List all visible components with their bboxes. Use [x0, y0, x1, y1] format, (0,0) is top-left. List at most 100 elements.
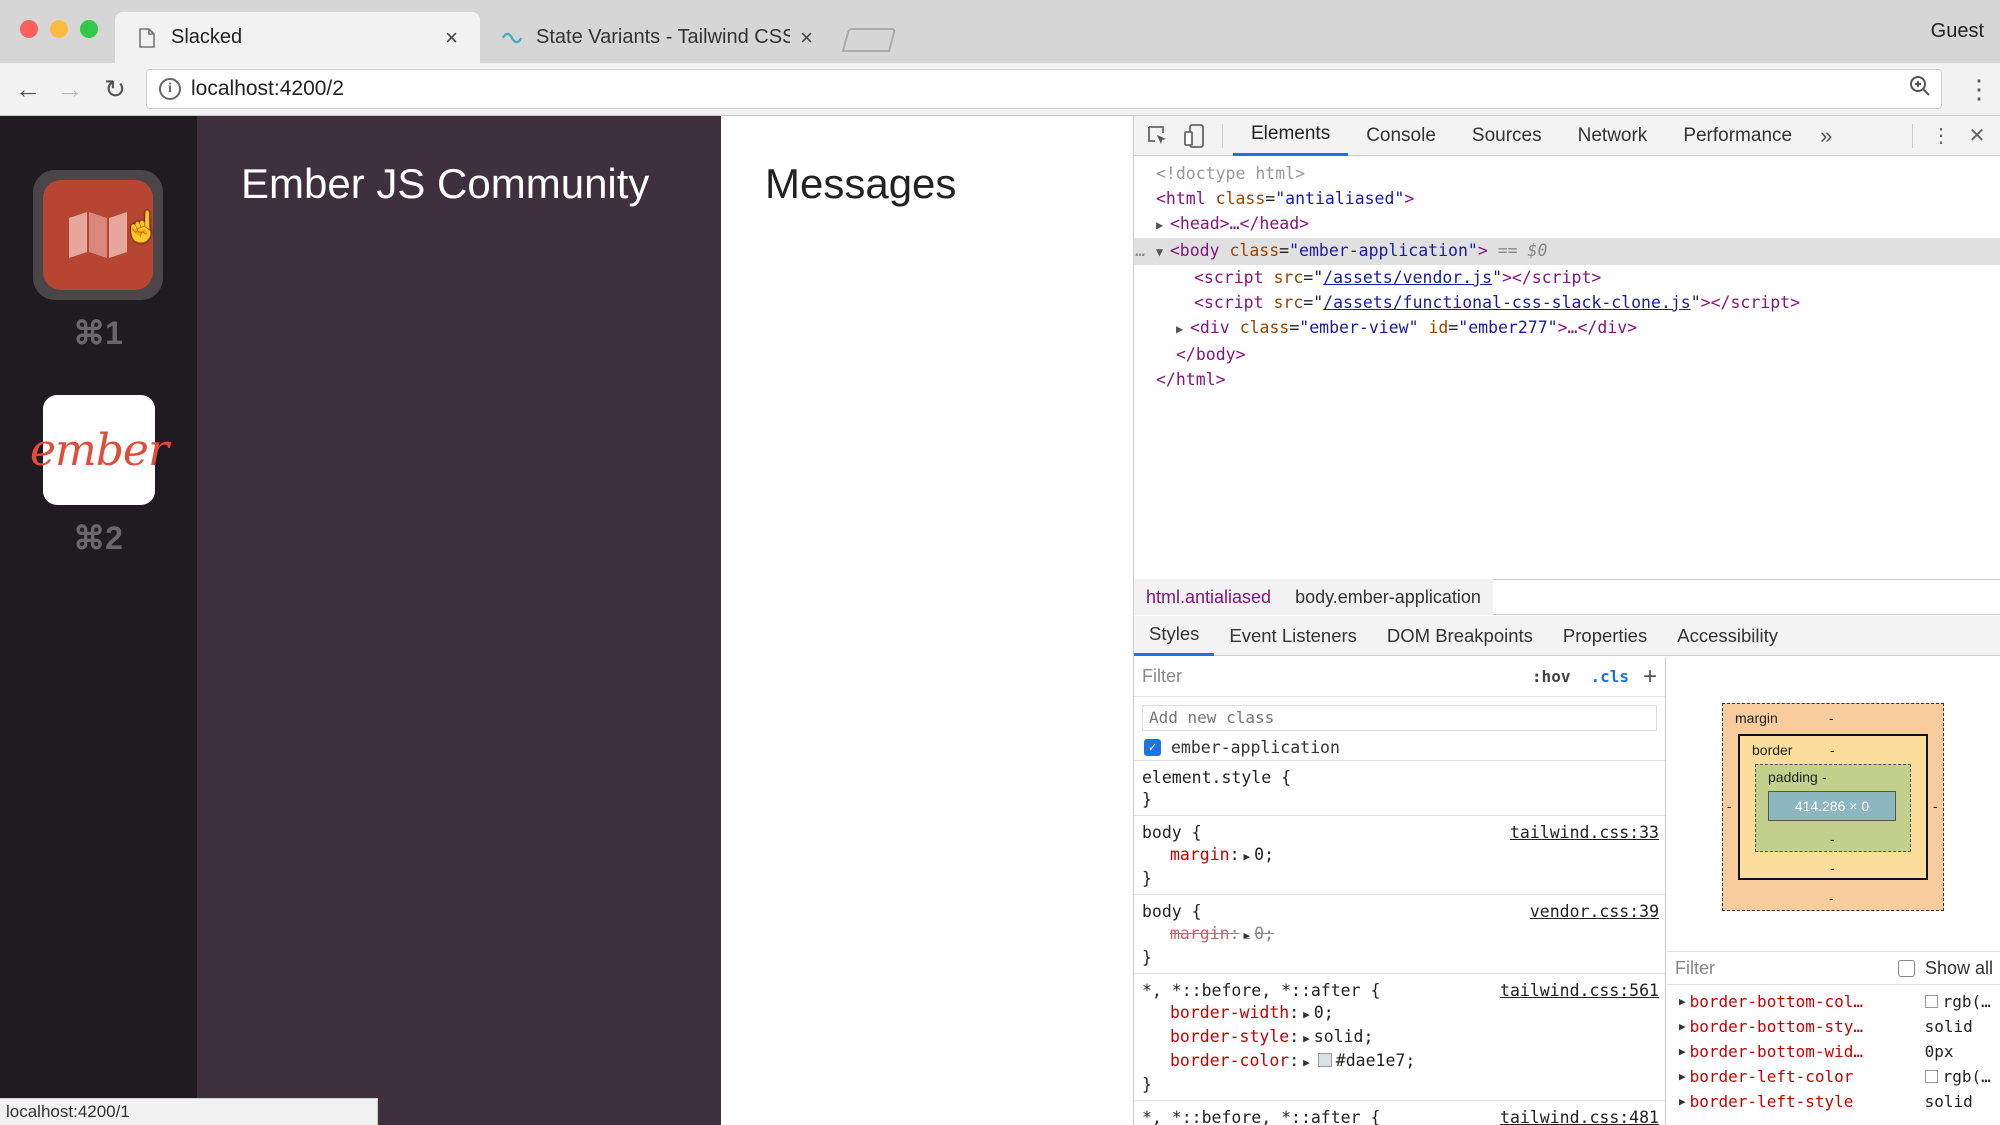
style-declaration[interactable]: border-width: ▶ 0;	[1142, 1002, 1659, 1026]
style-declaration-overridden[interactable]: margin: ▶ 0;	[1142, 923, 1659, 947]
devtools-tab-network[interactable]: Network	[1560, 116, 1666, 156]
style-declaration[interactable]: border-style: ▶ solid;	[1142, 1026, 1659, 1050]
style-declaration[interactable]: margin: ▶ 0;	[1142, 844, 1659, 868]
style-declaration[interactable]: border-color: ▶ #dae1e7;	[1142, 1050, 1659, 1074]
class-toggle[interactable]: ✓ ember-application	[1134, 735, 1665, 760]
box-model-margin[interactable]: margin - - - - border - - padding - - 41…	[1722, 703, 1944, 911]
devtools-panel: Elements Console Sources Network Perform…	[1133, 116, 2000, 1125]
devtools-tab-elements[interactable]: Elements	[1233, 116, 1349, 156]
style-rule-element[interactable]: element.style { }	[1134, 760, 1665, 815]
breadcrumb-body[interactable]: body.ember-application	[1283, 579, 1493, 615]
computed-filter-input[interactable]: Filter	[1675, 958, 1715, 979]
expand-triangle-icon[interactable]: ▶	[1303, 1056, 1310, 1069]
styles-filter-input[interactable]: Filter	[1142, 666, 1522, 687]
back-arrow-icon[interactable]: ←	[10, 71, 46, 107]
close-tab-icon[interactable]: ×	[800, 25, 813, 51]
expand-triangle-icon[interactable]: ▶	[1303, 1008, 1310, 1021]
close-devtools-icon[interactable]: ✕	[1959, 116, 1995, 156]
minimize-window-button[interactable]	[50, 20, 68, 38]
dom-node-html[interactable]: <html class="antialiased">	[1134, 186, 2000, 211]
profile-label[interactable]: Guest	[1931, 20, 1984, 43]
style-rule[interactable]: body { vendor.css:39 margin: ▶ 0; }	[1134, 894, 1665, 973]
dom-node-script-vendor[interactable]: <script src="/assets/vendor.js"></script…	[1134, 265, 2000, 290]
breadcrumb-html[interactable]: html.antialiased	[1134, 579, 1284, 615]
expand-triangle-icon[interactable]: ▶	[1679, 1089, 1686, 1114]
show-all-checkbox[interactable]	[1897, 959, 1915, 977]
zoom-icon[interactable]	[1905, 75, 1935, 104]
devtools-tab-performance[interactable]: Performance	[1665, 116, 1810, 156]
team-logo[interactable]: ☝	[33, 170, 163, 300]
new-style-rule-icon[interactable]: +	[1643, 663, 1657, 691]
tab-event-listeners[interactable]: Event Listeners	[1214, 616, 1372, 656]
tab-styles[interactable]: Styles	[1134, 616, 1215, 656]
dom-node-div-ember-view[interactable]: ▶ <div class="ember-view" id="ember277">……	[1134, 315, 2000, 342]
computed-row[interactable]: ▶ border-left-style solid	[1667, 1089, 2000, 1114]
rule-source-link[interactable]: tailwind.css:33	[1510, 822, 1659, 844]
expand-triangle-icon[interactable]: ▶	[1156, 213, 1170, 238]
dom-node-html-close[interactable]: </html>	[1134, 367, 2000, 392]
team-item-2[interactable]: ember ⌘2	[30, 395, 169, 557]
script-src-link[interactable]: /assets/vendor.js	[1323, 268, 1492, 287]
team-item-1[interactable]: ☝ ⌘1	[33, 170, 163, 352]
style-rule[interactable]: *, *::before, *::after { tailwind.css:56…	[1134, 973, 1665, 1100]
devtools-tab-bar: Elements Console Sources Network Perform…	[1134, 116, 2000, 156]
box-model-pane: margin - - - - border - - padding - - 41…	[1667, 657, 2000, 1125]
device-toolbar-icon[interactable]	[1176, 116, 1212, 156]
browser-tab-tailwind[interactable]: State Variants - Tailwind CSS ×	[480, 12, 835, 63]
style-rule[interactable]: body { tailwind.css:33 margin: ▶ 0; }	[1134, 815, 1665, 894]
dom-node-script-app[interactable]: <script src="/assets/functional-css-slac…	[1134, 290, 2000, 315]
tab-dom-breakpoints[interactable]: DOM Breakpoints	[1372, 616, 1548, 656]
expand-triangle-icon[interactable]: ▶	[1679, 1039, 1686, 1064]
expand-triangle-icon[interactable]: ▶	[1679, 989, 1686, 1014]
dom-node-body-close[interactable]: </body>	[1134, 342, 2000, 367]
rule-source-link[interactable]: tailwind.css:561	[1500, 980, 1659, 1002]
new-tab-button[interactable]	[841, 28, 897, 52]
computed-row[interactable]: ▶ border-bottom-sty… solid	[1667, 1014, 2000, 1039]
inspect-element-icon[interactable]	[1140, 116, 1176, 156]
expand-triangle-icon[interactable]: ▶	[1679, 1064, 1686, 1089]
page-icon	[137, 27, 157, 49]
tab-accessibility[interactable]: Accessibility	[1662, 616, 1793, 656]
url-text[interactable]: localhost:4200/2	[191, 77, 1905, 101]
dom-node-doctype[interactable]: <!doctype html>	[1134, 161, 2000, 186]
collapse-triangle-icon[interactable]: ▼	[1156, 240, 1170, 265]
forward-arrow-icon[interactable]: →	[52, 71, 88, 107]
expand-triangle-icon[interactable]: ▶	[1244, 929, 1251, 942]
cls-toggle-button[interactable]: .cls	[1590, 667, 1629, 686]
expand-triangle-icon[interactable]: ▶	[1679, 1014, 1686, 1039]
dom-node-body[interactable]: … ▼ <body class="ember-application"> == $…	[1134, 238, 2000, 265]
expand-triangle-icon[interactable]: ▶	[1244, 850, 1251, 863]
rule-source-link[interactable]: tailwind.css:481	[1500, 1107, 1659, 1125]
maximize-window-button[interactable]	[80, 20, 98, 38]
computed-row[interactable]: ▶ border-bottom-col… rgb(…	[1667, 989, 2000, 1014]
box-model-content[interactable]: 414.286 × 0	[1768, 791, 1896, 821]
tab-properties[interactable]: Properties	[1548, 616, 1662, 656]
color-swatch[interactable]	[1317, 1053, 1332, 1067]
expand-triangle-icon[interactable]: ▶	[1176, 317, 1190, 342]
browser-menu-icon[interactable]: ⋮	[1966, 75, 1992, 103]
more-tabs-icon[interactable]: »	[1810, 123, 1842, 149]
dom-node-head[interactable]: ▶ <head>…</head>	[1134, 211, 2000, 238]
add-class-input[interactable]: Add new class	[1142, 705, 1657, 731]
address-bar[interactable]: i localhost:4200/2	[146, 69, 1942, 109]
box-model-border[interactable]: border - - padding - - 414.286 × 0	[1738, 734, 1928, 880]
devtools-tab-sources[interactable]: Sources	[1454, 116, 1560, 156]
devtools-menu-icon[interactable]: ⋮	[1923, 116, 1959, 156]
script-src-link[interactable]: /assets/functional-css-slack-clone.js	[1323, 293, 1691, 312]
close-window-button[interactable]	[20, 20, 38, 38]
close-tab-icon[interactable]: ×	[445, 25, 458, 51]
computed-row[interactable]: ▶ border-left-color rgb(…	[1667, 1064, 2000, 1089]
hov-toggle-button[interactable]: :hov	[1532, 667, 1571, 686]
info-icon[interactable]: i	[159, 78, 181, 100]
show-all-toggle[interactable]: Show all	[1897, 958, 1993, 979]
devtools-tab-console[interactable]: Console	[1348, 116, 1454, 156]
computed-row[interactable]: ▶ border-bottom-wid… 0px	[1667, 1039, 2000, 1064]
class-checkbox[interactable]: ✓	[1144, 739, 1161, 756]
browser-tab-slacked[interactable]: Slacked ×	[115, 12, 480, 63]
rule-source-link[interactable]: vendor.css:39	[1530, 901, 1659, 923]
box-model-padding[interactable]: padding - - 414.286 × 0	[1755, 764, 1911, 852]
ember-logo[interactable]: ember	[30, 395, 169, 505]
expand-triangle-icon[interactable]: ▶	[1303, 1032, 1310, 1045]
reload-icon[interactable]: ↻	[97, 71, 133, 107]
style-rule[interactable]: *, *::before, *::after { tailwind.css:48…	[1134, 1100, 1665, 1125]
